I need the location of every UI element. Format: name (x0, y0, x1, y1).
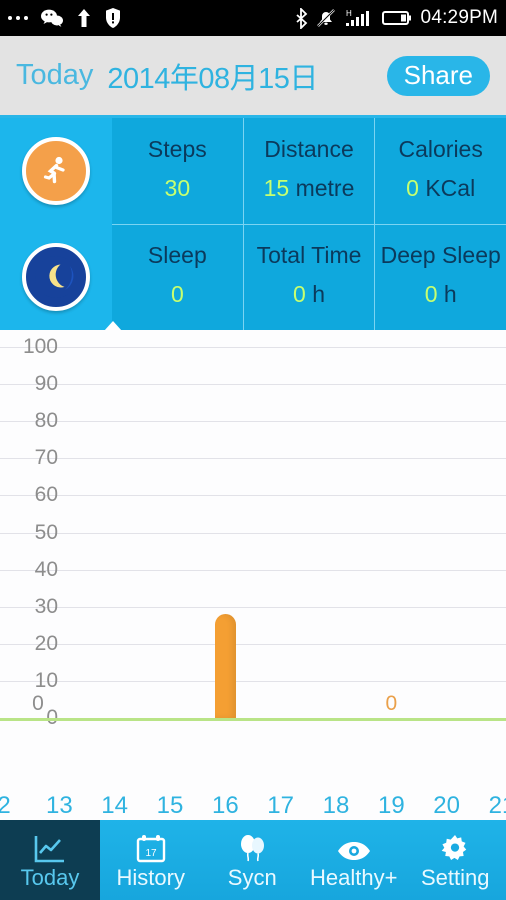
activity-bar-chart: 010203040506070809010000 213141516171819… (0, 330, 506, 820)
stat-label: Total Time (256, 242, 362, 269)
x-axis-tick-label: 20 (433, 792, 461, 819)
more-dots-icon (8, 16, 28, 20)
stats-row-sleep: Sleep 0 Total Time 0 h Deep Sleep 0 h (112, 224, 506, 331)
chart-axis-line (0, 718, 506, 721)
x-axis-tick-label: 2 (0, 792, 11, 819)
header-date: 2014年08月15日 (107, 62, 318, 95)
nav-item-today[interactable]: Today (0, 820, 100, 900)
app-root: H 04:29PM Today 2014年08月15日 Share Steps … (0, 0, 506, 900)
chart-gridline (0, 347, 506, 348)
status-bar: H 04:29PM (0, 0, 506, 36)
stat-label: Deep Sleep (380, 242, 501, 269)
chart-gridline (0, 421, 506, 423)
y-axis-tick-label: 30 (34, 594, 58, 618)
bottom-nav: Today 17 History Sycn Healthy+ Setting (0, 820, 506, 900)
stat-value: 0 (170, 281, 184, 308)
chart-point-label: 0 (32, 692, 44, 715)
stat-cell-deep-sleep: Deep Sleep 0 h (374, 224, 506, 330)
stat-value: 0 h (293, 281, 325, 308)
x-axis-tick-label: 17 (267, 792, 295, 819)
nav-label: Setting (421, 864, 490, 890)
share-button[interactable]: Share (386, 55, 490, 96)
x-axis-tick-label: 14 (101, 792, 129, 819)
stats-panel: Steps 30 Distance 15 metre Calories 0 KC… (0, 118, 506, 331)
stat-cell-sleep: Sleep 0 (112, 225, 243, 331)
stat-label: Steps (147, 135, 207, 162)
stat-value: 15 metre (263, 174, 355, 201)
security-shield-icon (105, 8, 121, 28)
stat-value: 0 h (424, 281, 457, 308)
y-axis-tick-label: 70 (34, 446, 58, 470)
calendar-icon: 17 (135, 832, 167, 864)
nav-label: Healthy+ (310, 864, 398, 890)
chart-gridline (0, 569, 506, 571)
nav-item-sycn[interactable]: Sycn (202, 820, 304, 900)
app-header: Today 2014年08月15日 Share (0, 36, 506, 118)
chart-point-label: 0 (385, 692, 398, 715)
stat-value: 0 KCal (406, 174, 476, 201)
wechat-icon (41, 9, 63, 27)
stat-label: Calories (398, 135, 483, 162)
status-bar-clock: 04:29PM (420, 7, 498, 28)
stat-label: Sleep (147, 242, 207, 269)
silent-bell-icon (316, 8, 336, 28)
chart-gridline (0, 384, 506, 386)
battery-icon (381, 10, 412, 26)
balloons-icon (236, 832, 268, 864)
svg-text:H: H (346, 9, 352, 18)
stat-cell-calories: Calories 0 KCal (374, 118, 506, 224)
stat-cell-total-time: Total Time 0 h (242, 224, 375, 330)
status-bar-left-icons (8, 8, 121, 28)
chart-gridline (0, 495, 506, 497)
chart-bar (215, 614, 237, 718)
x-axis-tick-label: 16 (211, 792, 239, 819)
status-bar-right-icons: H 04:29PM (295, 7, 498, 29)
nav-label: Today (20, 864, 80, 890)
nav-label: History (116, 864, 185, 890)
nav-item-healthy-plus[interactable]: Healthy+ (303, 820, 405, 900)
stat-cell-steps: Steps 30 (112, 118, 243, 224)
gear-icon (439, 832, 471, 864)
stat-cell-distance: Distance 15 metre (242, 118, 375, 224)
x-axis-tick-label: 15 (156, 792, 184, 819)
nav-item-history[interactable]: 17 History (100, 820, 202, 900)
chart-gridline (0, 680, 506, 682)
stats-icon-column (0, 118, 112, 330)
upload-arrow-icon (76, 8, 92, 28)
eye-icon (336, 832, 372, 864)
crescent-moon-icon (22, 243, 90, 311)
y-axis-tick-label: 50 (34, 520, 58, 544)
running-person-icon (22, 137, 90, 205)
y-axis-tick-label: 40 (34, 557, 58, 581)
bluetooth-icon (295, 7, 308, 29)
y-axis-tick-label: 20 (34, 631, 58, 655)
stat-value: 30 (164, 174, 191, 201)
chart-gridline (0, 458, 506, 460)
nav-label: Sycn (227, 864, 277, 890)
stat-label: Distance (264, 135, 354, 162)
today-label: Today (16, 59, 94, 91)
y-axis-tick-label: 80 (34, 409, 58, 433)
chart-gridline (0, 532, 506, 534)
chart-gridline (0, 643, 506, 645)
y-axis-tick-label: 90 (34, 372, 58, 396)
x-axis-tick-label: 21 (488, 792, 506, 819)
signal-bars-icon: H (344, 8, 374, 28)
x-axis-tick-label: 13 (45, 792, 73, 819)
chart-line-icon (33, 832, 67, 864)
chart-gridline (0, 606, 506, 608)
chart-x-axis: 2 13 14 15 16 17 18 19 20 21 (0, 780, 506, 820)
y-axis-tick-label: 60 (34, 483, 58, 507)
y-axis-tick-label: 10 (34, 668, 58, 692)
stats-row-activity: Steps 30 Distance 15 metre Calories 0 KC… (112, 118, 506, 225)
nav-item-setting[interactable]: Setting (405, 820, 506, 900)
x-axis-tick-label: 18 (322, 792, 350, 819)
stats-grid: Steps 30 Distance 15 metre Calories 0 KC… (112, 118, 506, 330)
y-axis-tick-label: 100 (22, 335, 58, 358)
x-axis-tick-label: 19 (377, 792, 405, 819)
svg-text:17: 17 (145, 848, 157, 859)
